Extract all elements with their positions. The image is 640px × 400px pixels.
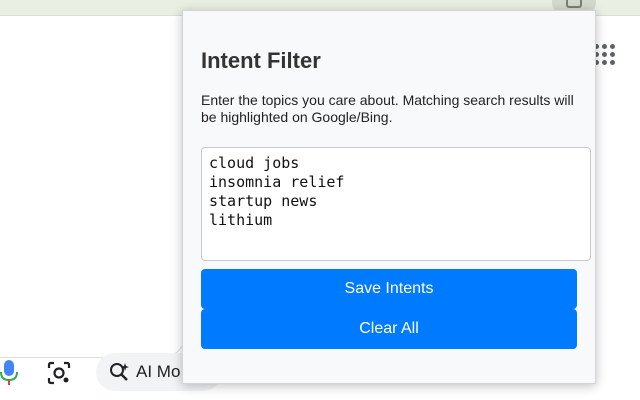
ai-mode-icon [110, 363, 129, 381]
popup-title: Intent Filter [201, 48, 321, 73]
mic-icon[interactable] [0, 360, 18, 386]
intent-filter-popup: Intent Filter Enter the topics you care … [182, 10, 596, 384]
popup-description: Enter the topics you care about. Matchin… [201, 92, 574, 125]
apps-grid-icon[interactable] [594, 44, 616, 66]
clear-all-button[interactable]: Clear All [201, 309, 577, 349]
intents-textarea[interactable]: cloud jobs insomnia relief startup news … [201, 147, 591, 261]
lens-icon[interactable] [46, 360, 72, 386]
save-intents-button[interactable]: Save Intents [201, 269, 577, 309]
ai-mode-label: AI Mo [136, 362, 181, 381]
search-box[interactable] [0, 40, 186, 358]
